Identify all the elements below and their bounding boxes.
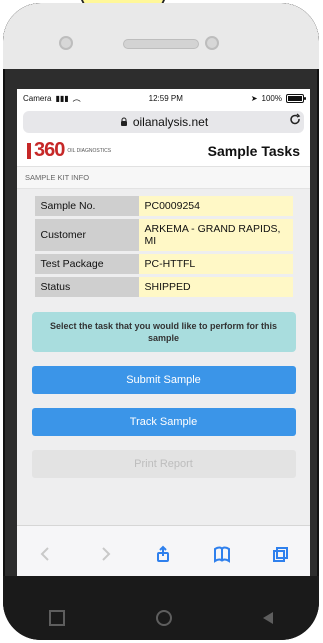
status-carrier: Camera (23, 93, 52, 103)
earpiece-speaker (123, 39, 199, 49)
reload-icon[interactable] (288, 113, 302, 127)
battery-icon (286, 93, 306, 103)
browser-url-bar[interactable]: oilanalysis.net (17, 107, 310, 135)
phone-bottom (3, 576, 319, 640)
status-bar: Camera ▮▮▮ ︵ 12:59 PM ➤ 100% (17, 89, 310, 107)
table-row: Sample No. PC0009254 (34, 196, 293, 216)
task-instruction: Select the task that you would like to p… (31, 312, 296, 352)
table-row: Customer ARKEMA - GRAND RAPIDS, MI (34, 219, 293, 251)
home-icon[interactable] (155, 610, 172, 626)
value-test-package: PC-HTTFL (138, 254, 293, 274)
phone-top (3, 3, 319, 69)
app-header: 360 OIL DIAGNOSTICS Sample Tasks (17, 135, 310, 167)
logo-accent-bar (27, 142, 31, 159)
phone-frame: Camera ▮▮▮ ︵ 12:59 PM ➤ 100% oilanalysis… (3, 3, 319, 640)
page-title: Sample Tasks (207, 142, 300, 159)
section-title: SAMPLE KIT INFO (17, 167, 310, 189)
signal-icon: ▮▮▮ (55, 93, 69, 103)
label-customer: Customer (34, 219, 139, 251)
status-left: Camera ▮▮▮ ︵ (23, 93, 81, 104)
value-customer: ARKEMA - GRAND RAPIDS, MI (138, 219, 293, 251)
lock-icon (120, 117, 127, 126)
track-sample-button[interactable]: Track Sample (31, 408, 296, 436)
url-text: oilanalysis.net (132, 115, 209, 129)
table-row: Status SHIPPED (34, 277, 293, 297)
android-nav-keys (3, 610, 319, 626)
phone-screen: Camera ▮▮▮ ︵ 12:59 PM ➤ 100% oilanalysis… (17, 89, 310, 582)
table-row: Test Package PC-HTTFL (34, 254, 293, 274)
value-sample-no: PC0009254 (138, 196, 293, 216)
status-right: ➤ 100% (250, 93, 306, 103)
print-report-button: Print Report (31, 450, 296, 478)
status-time: 12:59 PM (148, 93, 183, 103)
tabs-icon[interactable] (270, 543, 292, 565)
chevron-right-icon[interactable] (94, 543, 116, 565)
label-status: Status (34, 277, 139, 297)
share-icon[interactable] (152, 543, 174, 565)
logo-subtitle: OIL DIAGNOSTICS (67, 147, 112, 154)
chevron-left-icon[interactable] (35, 543, 57, 565)
location-icon: ➤ (250, 93, 258, 103)
label-test-package: Test Package (34, 254, 139, 274)
label-sample-no: Sample No. (34, 196, 139, 216)
logo-number: 360 (34, 139, 65, 161)
submit-sample-button[interactable]: Submit Sample (31, 366, 296, 394)
back-icon[interactable] (263, 612, 274, 624)
brand-logo: 360 OIL DIAGNOSTICS (27, 139, 111, 162)
sample-info-table: Sample No. PC0009254 Customer ARKEMA - G… (34, 193, 293, 300)
value-status: SHIPPED (138, 277, 293, 297)
browser-toolbar (17, 525, 310, 582)
sensor-icon (205, 36, 219, 50)
wifi-icon: ︵ (72, 93, 81, 103)
url-field[interactable]: oilanalysis.net (23, 111, 304, 133)
recent-apps-icon[interactable] (48, 610, 65, 626)
book-icon[interactable] (211, 543, 233, 565)
battery-percent: 100% (261, 93, 282, 103)
front-camera-icon (59, 36, 73, 50)
